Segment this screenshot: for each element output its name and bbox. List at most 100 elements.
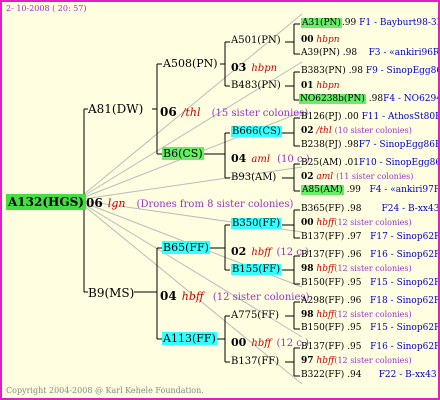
gen4-id: B137(FF) bbox=[301, 250, 345, 260]
gen3-a775-sire: 98 hbff(12 sister colonies) bbox=[301, 311, 412, 320]
gen2-b65-id: B65(FF) bbox=[162, 241, 210, 254]
gen4-row: B126(PJ) .00 F11 - AthosSt80R bbox=[301, 112, 438, 122]
gen3-b666-sire: 02 /thl (10 sister colonies) bbox=[301, 127, 412, 136]
gen3-b666-note: (10 sister colonies) bbox=[334, 126, 412, 135]
gen3-b666-sire-name: /thl bbox=[316, 126, 332, 136]
root-node: A132(HGS) bbox=[6, 193, 86, 210]
gen4-row: A31(PN).99 F1 - Bayburt98-3R bbox=[301, 18, 438, 28]
gen4-row: B137(FF) .95 F16 - Sinop62R bbox=[301, 342, 440, 352]
gen4-year: .98 bbox=[347, 204, 362, 214]
gen3-b93-sire-name: aml bbox=[316, 172, 334, 182]
gen1-bottom-num: 04 bbox=[160, 289, 177, 303]
gen3-b137-sire: 97 hbff(12 sister colonies) bbox=[301, 357, 412, 366]
gen2-a508-sire-name: hbpn bbox=[251, 63, 278, 74]
gen4-year: .00 bbox=[344, 112, 359, 122]
gen4-year: .96 bbox=[347, 250, 362, 260]
gen4-row: B150(FF) .95 F15 - Sinop62R bbox=[301, 323, 440, 333]
gen3-b155-sire-name: hbff bbox=[316, 264, 335, 274]
gen4-row: NO6238b(PN) .98F4 - NO6294R bbox=[299, 94, 438, 104]
gen2-a508-num: 03 bbox=[231, 61, 247, 74]
gen4-row: A298(FF) .96 F18 - Sinop62R bbox=[301, 296, 440, 306]
gen3-b137-sire-name: hbff bbox=[316, 356, 335, 366]
gen3-b155-sire: 98 hbff(12 sister colonies) bbox=[301, 265, 412, 274]
gen4-row: A85(AM) .99 F4 - «ankiri97R bbox=[301, 185, 440, 195]
gen3-a775-sire-name: hbff bbox=[316, 310, 335, 320]
gen4-year: .97 bbox=[347, 232, 362, 242]
gen3-b137-id: B137(FF) bbox=[231, 356, 280, 367]
gen1-top-num: 06 bbox=[160, 105, 177, 119]
gen4-year: .98 bbox=[344, 140, 359, 150]
gen4-pedigree: F4 - NO6294R bbox=[383, 94, 438, 104]
gen4-year: .98 bbox=[368, 94, 384, 104]
gen2-b65-sire: 02 hbff (12 c.) bbox=[231, 242, 309, 258]
gen4-id: B365(FF) bbox=[301, 204, 345, 214]
gen2-a113-id: A113(FF) bbox=[162, 332, 217, 345]
gen2-a113-num: 00 bbox=[231, 336, 247, 349]
gen4-year: .98 bbox=[348, 66, 363, 76]
gen4-id: B383(PN) bbox=[301, 66, 346, 76]
gen3-a501-sire-name: hbpn bbox=[316, 35, 340, 45]
gen4-pedigree: F3 - «ankiri96R bbox=[368, 48, 440, 58]
gen3-b155-num: 98 bbox=[301, 264, 314, 274]
gen4-pedigree: F22 - B-xx43 bbox=[378, 370, 437, 380]
root-sire-name: lgn bbox=[107, 197, 126, 210]
gen4-row: B383(PN) .98 F9 - SinopEgg86R bbox=[301, 66, 438, 76]
root-sire: 06 lgn (Drones from 8 sister colonies) bbox=[86, 194, 293, 210]
copyright: Copyright 2004-2008 @ Karl Kehele Founda… bbox=[6, 386, 204, 395]
gen4-pedigree: F4 - «ankiri97R bbox=[369, 185, 440, 195]
root-num: 06 bbox=[86, 196, 103, 210]
gen2-a113-sire: 00 hbff (12 c.) bbox=[231, 333, 309, 349]
gen2-a113-label: A113(FF) bbox=[162, 332, 217, 345]
gen2-a508-id: A508(PN) bbox=[163, 57, 218, 70]
gen4-pedigree: F7 - SinopEgg86R bbox=[358, 140, 440, 150]
gen4-id: A39(PN) bbox=[301, 48, 340, 58]
date-stamp: 2- 10-2008 ( 20: 57) bbox=[6, 4, 87, 13]
gen1-top-sire: 06 /thl (15 sister colonies) bbox=[160, 103, 308, 119]
gen4-row: B150(FF) .95 F15 - Sinop62R bbox=[301, 279, 438, 288]
gen4-pedigree: F18 - Sinop62R bbox=[370, 296, 440, 306]
gen4-id: B137(FF) bbox=[301, 232, 345, 242]
gen1-bottom-sire-name: hbff bbox=[181, 290, 204, 303]
gen4-year: .94 bbox=[347, 370, 362, 380]
gen3-b93-id: B93(AM) bbox=[231, 172, 277, 183]
gen4-year: .98 bbox=[342, 48, 358, 58]
gen4-id: A85(AM) bbox=[301, 185, 344, 195]
gen3-b93-note: (11 sister colonies) bbox=[336, 172, 414, 181]
gen4-id: B150(FF) bbox=[301, 323, 345, 333]
gen2-a508-sire: 03 hbpn bbox=[231, 58, 277, 74]
gen4-row: B25(AM) .01F10 - SinopEgg86R bbox=[301, 159, 438, 168]
gen2-b6-id: B6(CS) bbox=[162, 147, 204, 160]
gen4-pedigree: F17 - Sinop62R bbox=[370, 232, 440, 242]
gen4-id: NO6238b(PN) bbox=[299, 94, 366, 104]
gen4-year: .99 bbox=[341, 18, 357, 28]
gen3-a775-id: A775(FF) bbox=[231, 310, 279, 321]
gen4-year: .95 bbox=[347, 342, 362, 352]
gen3-b666-id: B666(CS) bbox=[231, 126, 282, 137]
gen3-b350-sire-name: hbff bbox=[316, 218, 335, 228]
gen4-pedigree: F9 - SinopEgg86R bbox=[365, 66, 438, 76]
gen4-id: A298(FF) bbox=[301, 296, 345, 306]
gen3-b155-note: (12 sister colonies) bbox=[334, 264, 412, 273]
gen1-top-id: A81(DW) bbox=[88, 102, 144, 116]
gen2-b65-sire-name: hbff bbox=[251, 247, 272, 258]
gen4-row: B238(PJ) .98F7 - SinopEgg86R bbox=[301, 140, 440, 150]
gen1-bottom-id: B9(MS) bbox=[88, 286, 135, 300]
gen4-id: B126(PJ) bbox=[301, 112, 342, 122]
gen4-year: .99 bbox=[346, 185, 361, 195]
gen3-b483-sire-name: hbpn bbox=[316, 81, 340, 91]
gen4-id: A31(PN) bbox=[301, 18, 342, 28]
pedigree-frame: 2- 10-2008 ( 20: 57) A132(HGS) 06 lgn (D… bbox=[0, 0, 440, 400]
gen4-pedigree: F15 - Sinop62R bbox=[370, 323, 440, 333]
gen3-b350-sire: 00 hbff(12 sister colonies) bbox=[301, 219, 412, 228]
gen4-pedigree: F16 - Sinop62R bbox=[370, 250, 440, 260]
gen2-a113-sire-name: hbff bbox=[251, 338, 272, 349]
gen1-bottom-note: (12 sister colonies) bbox=[212, 292, 310, 303]
gen3-b350-num: 00 bbox=[301, 218, 314, 228]
gen3-b93-num: 02 bbox=[301, 172, 314, 182]
gen3-a775-num: 98 bbox=[301, 310, 314, 320]
gen3-b666-num: 02 bbox=[301, 126, 314, 136]
gen2-b6-num: 04 bbox=[231, 152, 247, 165]
gen4-pedigree: F24 - B-xx43 bbox=[381, 204, 440, 214]
gen4-pedigree: F16 - Sinop62R bbox=[370, 342, 440, 352]
gen3-b483-num: 01 bbox=[301, 81, 314, 91]
